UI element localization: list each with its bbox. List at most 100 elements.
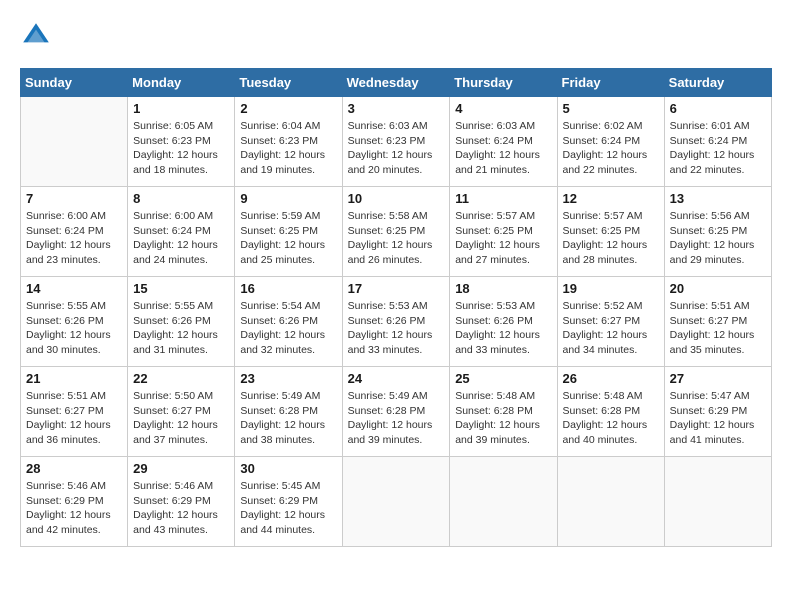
day-info: Sunrise: 5:49 AMSunset: 6:28 PMDaylight:… — [240, 389, 336, 448]
day-info: Sunrise: 5:46 AMSunset: 6:29 PMDaylight:… — [133, 479, 229, 538]
day-number: 12 — [563, 191, 659, 206]
calendar-cell — [450, 457, 557, 547]
calendar-week-4: 21 Sunrise: 5:51 AMSunset: 6:27 PMDayligh… — [21, 367, 772, 457]
calendar-cell: 6 Sunrise: 6:01 AMSunset: 6:24 PMDaylight… — [664, 97, 771, 187]
day-info: Sunrise: 5:46 AMSunset: 6:29 PMDaylight:… — [26, 479, 122, 538]
calendar-cell: 9 Sunrise: 5:59 AMSunset: 6:25 PMDaylight… — [235, 187, 342, 277]
calendar-week-3: 14Sunrise: 5:55 AMSunset: 6:26 PMDayligh… — [21, 277, 772, 367]
calendar-cell: 10 Sunrise: 5:58 AMSunset: 6:25 PMDayligh… — [342, 187, 450, 277]
day-info: Sunrise: 5:50 AMSunset: 6:27 PMDaylight:… — [133, 389, 229, 448]
weekday-header-friday: Friday — [557, 69, 664, 97]
day-info: Sunrise: 5:47 AMSunset: 6:29 PMDaylight:… — [670, 389, 766, 448]
day-number: 25 — [455, 371, 551, 386]
day-info: Sunrise: 5:53 AMSunset: 6:26 PMDaylight:… — [455, 299, 551, 358]
day-number: 28 — [26, 461, 122, 476]
day-info: Sunrise: 6:05 AMSunset: 6:23 PMDaylight:… — [133, 119, 229, 178]
calendar-cell: 11 Sunrise: 5:57 AMSunset: 6:25 PMDayligh… — [450, 187, 557, 277]
day-info: Sunrise: 5:48 AMSunset: 6:28 PMDaylight:… — [563, 389, 659, 448]
day-number: 22 — [133, 371, 229, 386]
calendar-cell: 29 Sunrise: 5:46 AMSunset: 6:29 PMDayligh… — [128, 457, 235, 547]
calendar-cell: 17Sunrise: 5:53 AMSunset: 6:26 PMDayligh… — [342, 277, 450, 367]
day-info: Sunrise: 5:57 AMSunset: 6:25 PMDaylight:… — [455, 209, 551, 268]
calendar-cell — [21, 97, 128, 187]
day-number: 9 — [240, 191, 336, 206]
day-number: 10 — [348, 191, 445, 206]
calendar-cell: 14Sunrise: 5:55 AMSunset: 6:26 PMDayligh… — [21, 277, 128, 367]
calendar-cell: 3 Sunrise: 6:03 AMSunset: 6:23 PMDaylight… — [342, 97, 450, 187]
weekday-header-monday: Monday — [128, 69, 235, 97]
day-number: 18 — [455, 281, 551, 296]
calendar-cell: 21 Sunrise: 5:51 AMSunset: 6:27 PMDayligh… — [21, 367, 128, 457]
day-info: Sunrise: 5:57 AMSunset: 6:25 PMDaylight:… — [563, 209, 659, 268]
calendar-cell: 8Sunrise: 6:00 AMSunset: 6:24 PMDaylight… — [128, 187, 235, 277]
calendar-cell: 30Sunrise: 5:45 AMSunset: 6:29 PMDayligh… — [235, 457, 342, 547]
day-number: 19 — [563, 281, 659, 296]
calendar-cell: 28 Sunrise: 5:46 AMSunset: 6:29 PMDayligh… — [21, 457, 128, 547]
day-number: 26 — [563, 371, 659, 386]
day-info: Sunrise: 6:03 AMSunset: 6:23 PMDaylight:… — [348, 119, 445, 178]
day-info: Sunrise: 5:52 AMSunset: 6:27 PMDaylight:… — [563, 299, 659, 358]
day-number: 13 — [670, 191, 766, 206]
calendar-week-2: 7 Sunrise: 6:00 AMSunset: 6:24 PMDaylight… — [21, 187, 772, 277]
day-number: 20 — [670, 281, 766, 296]
day-number: 7 — [26, 191, 122, 206]
day-info: Sunrise: 6:00 AMSunset: 6:24 PMDaylight:… — [26, 209, 122, 268]
calendar-cell: 5 Sunrise: 6:02 AMSunset: 6:24 PMDaylight… — [557, 97, 664, 187]
day-number: 15 — [133, 281, 229, 296]
day-number: 2 — [240, 101, 336, 116]
calendar-cell: 26 Sunrise: 5:48 AMSunset: 6:28 PMDayligh… — [557, 367, 664, 457]
day-number: 6 — [670, 101, 766, 116]
day-info: Sunrise: 5:54 AMSunset: 6:26 PMDaylight:… — [240, 299, 336, 358]
weekday-header-tuesday: Tuesday — [235, 69, 342, 97]
weekday-header-row: SundayMondayTuesdayWednesdayThursdayFrid… — [21, 69, 772, 97]
calendar-cell: 19 Sunrise: 5:52 AMSunset: 6:27 PMDayligh… — [557, 277, 664, 367]
weekday-header-thursday: Thursday — [450, 69, 557, 97]
day-info: Sunrise: 5:55 AMSunset: 6:26 PMDaylight:… — [133, 299, 229, 358]
day-number: 5 — [563, 101, 659, 116]
calendar-cell: 12 Sunrise: 5:57 AMSunset: 6:25 PMDayligh… — [557, 187, 664, 277]
weekday-header-wednesday: Wednesday — [342, 69, 450, 97]
day-info: Sunrise: 5:55 AMSunset: 6:26 PMDaylight:… — [26, 299, 122, 358]
day-number: 29 — [133, 461, 229, 476]
day-info: Sunrise: 6:04 AMSunset: 6:23 PMDaylight:… — [240, 119, 336, 178]
calendar-cell: 2 Sunrise: 6:04 AMSunset: 6:23 PMDaylight… — [235, 97, 342, 187]
day-info: Sunrise: 5:53 AMSunset: 6:26 PMDaylight:… — [348, 299, 445, 358]
page-header — [20, 20, 772, 52]
day-info: Sunrise: 5:51 AMSunset: 6:27 PMDaylight:… — [670, 299, 766, 358]
day-info: Sunrise: 5:59 AMSunset: 6:25 PMDaylight:… — [240, 209, 336, 268]
weekday-header-saturday: Saturday — [664, 69, 771, 97]
calendar-week-1: 1 Sunrise: 6:05 AMSunset: 6:23 PMDaylight… — [21, 97, 772, 187]
day-number: 16 — [240, 281, 336, 296]
day-info: Sunrise: 5:45 AMSunset: 6:29 PMDaylight:… — [240, 479, 336, 538]
day-info: Sunrise: 6:02 AMSunset: 6:24 PMDaylight:… — [563, 119, 659, 178]
day-number: 3 — [348, 101, 445, 116]
calendar-cell: 4 Sunrise: 6:03 AMSunset: 6:24 PMDaylight… — [450, 97, 557, 187]
calendar-cell: 13 Sunrise: 5:56 AMSunset: 6:25 PMDayligh… — [664, 187, 771, 277]
calendar-cell: 25 Sunrise: 5:48 AMSunset: 6:28 PMDayligh… — [450, 367, 557, 457]
day-info: Sunrise: 5:56 AMSunset: 6:25 PMDaylight:… — [670, 209, 766, 268]
logo-icon — [20, 20, 52, 52]
day-number: 1 — [133, 101, 229, 116]
day-number: 24 — [348, 371, 445, 386]
day-info: Sunrise: 6:03 AMSunset: 6:24 PMDaylight:… — [455, 119, 551, 178]
day-number: 11 — [455, 191, 551, 206]
calendar-cell: 27Sunrise: 5:47 AMSunset: 6:29 PMDayligh… — [664, 367, 771, 457]
calendar-cell: 18 Sunrise: 5:53 AMSunset: 6:26 PMDayligh… — [450, 277, 557, 367]
weekday-header-sunday: Sunday — [21, 69, 128, 97]
calendar-cell: 24Sunrise: 5:49 AMSunset: 6:28 PMDayligh… — [342, 367, 450, 457]
day-info: Sunrise: 6:01 AMSunset: 6:24 PMDaylight:… — [670, 119, 766, 178]
day-info: Sunrise: 5:58 AMSunset: 6:25 PMDaylight:… — [348, 209, 445, 268]
calendar-cell: 7 Sunrise: 6:00 AMSunset: 6:24 PMDaylight… — [21, 187, 128, 277]
day-number: 8 — [133, 191, 229, 206]
calendar-cell: 16 Sunrise: 5:54 AMSunset: 6:26 PMDayligh… — [235, 277, 342, 367]
calendar-week-5: 28 Sunrise: 5:46 AMSunset: 6:29 PMDayligh… — [21, 457, 772, 547]
calendar-cell — [664, 457, 771, 547]
day-info: Sunrise: 5:48 AMSunset: 6:28 PMDaylight:… — [455, 389, 551, 448]
calendar-cell — [342, 457, 450, 547]
calendar-cell: 1 Sunrise: 6:05 AMSunset: 6:23 PMDaylight… — [128, 97, 235, 187]
logo — [20, 20, 58, 52]
calendar-cell: 20 Sunrise: 5:51 AMSunset: 6:27 PMDayligh… — [664, 277, 771, 367]
day-info: Sunrise: 5:51 AMSunset: 6:27 PMDaylight:… — [26, 389, 122, 448]
day-number: 4 — [455, 101, 551, 116]
day-number: 21 — [26, 371, 122, 386]
